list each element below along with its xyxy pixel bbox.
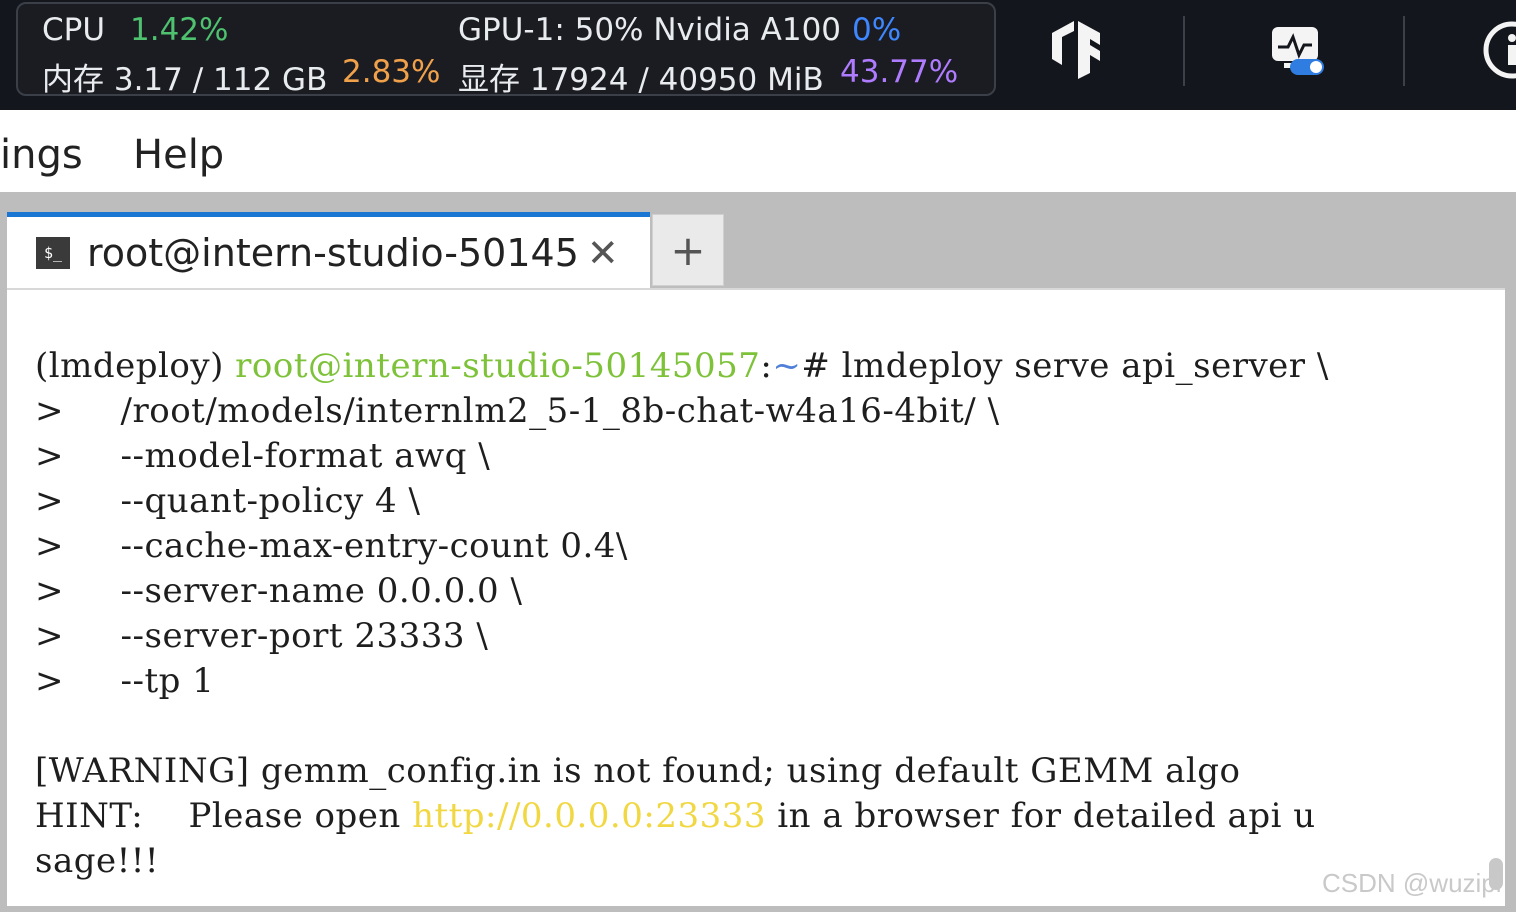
vram-value: 43.77% <box>840 54 959 90</box>
menu-item-help[interactable]: Help <box>133 132 224 178</box>
menu-bar: ings Help <box>0 110 1516 192</box>
info-icon[interactable] <box>1480 20 1516 80</box>
terminal-line: > /root/models/internlm2_5-1_8b-chat-w4a… <box>35 391 1000 431</box>
new-tab-button[interactable]: + <box>652 214 724 286</box>
terminal-hint-wrap-line: sage!!! <box>35 841 160 881</box>
monitor-toggle-icon[interactable] <box>1266 20 1328 80</box>
prompt-env: (lmdeploy) <box>35 346 236 386</box>
top-status-bar: CPU 1.42% 内存 3.17 / 112 GB 2.83% GPU-1: … <box>0 0 1516 110</box>
tab-title: root@intern-studio-50145 <box>87 230 579 275</box>
terminal-line: > --cache-max-entry-count 0.4\ <box>35 526 628 566</box>
terminal-prompt-line: (lmdeploy) root@intern-studio-50145057:~… <box>35 346 1329 386</box>
cpu-label: CPU <box>42 12 106 48</box>
cpu-value: 1.42% <box>130 12 229 48</box>
terminal-hint-line: HINT: Please open http://0.0.0.0:23333 i… <box>35 796 1316 836</box>
terminal-output[interactable]: (lmdeploy) root@intern-studio-50145057:~… <box>7 288 1505 906</box>
tab-bar: $_ root@intern-studio-50145 ✕ + <box>0 192 1516 288</box>
watermark: CSDN @wuzipi <box>1322 868 1502 898</box>
prompt-path: ~ <box>772 346 802 386</box>
hint-link[interactable]: http://0.0.0.0:23333 <box>412 796 766 836</box>
memory-label: 内存 3.17 / 112 GB <box>42 62 328 98</box>
terminal-line: > --tp 1 <box>35 661 215 701</box>
vram-label: 显存 17924 / 40950 MiB <box>458 62 824 98</box>
toolbar-separator <box>1403 16 1405 86</box>
gpu-label: GPU-1: 50% Nvidia A100 <box>458 12 842 48</box>
menu-item-settings[interactable]: ings <box>0 132 83 178</box>
terminal-warning-line: [WARNING] gemm_config.in is not found; u… <box>35 751 1241 791</box>
tab-terminal[interactable]: $_ root@intern-studio-50145 ✕ <box>7 212 650 288</box>
memory-value: 2.83% <box>342 54 441 90</box>
terminal-line: > --quant-policy 4 \ <box>35 481 421 521</box>
prompt-user-host: root@intern-studio-50145057 <box>235 346 761 386</box>
hint-prefix: HINT: Please open <box>35 796 413 836</box>
prompt-colon: : <box>760 346 773 386</box>
resource-monitor-panel: CPU 1.42% 内存 3.17 / 112 GB 2.83% GPU-1: … <box>16 2 996 98</box>
terminal-line: > --model-format awq \ <box>35 436 491 476</box>
tensorflow-icon[interactable] <box>1046 20 1106 80</box>
terminal-line: > --server-name 0.0.0.0 \ <box>35 571 523 611</box>
prompt-command: # lmdeploy serve api_server \ <box>801 346 1329 386</box>
gpu-value: 0% <box>852 12 902 48</box>
toolbar-separator <box>1183 16 1185 86</box>
close-icon[interactable]: ✕ <box>587 231 619 275</box>
hint-suffix: in a browser for detailed api u <box>765 796 1316 836</box>
terminal-icon: $_ <box>36 236 70 269</box>
terminal-line: > --server-port 23333 \ <box>35 616 489 656</box>
